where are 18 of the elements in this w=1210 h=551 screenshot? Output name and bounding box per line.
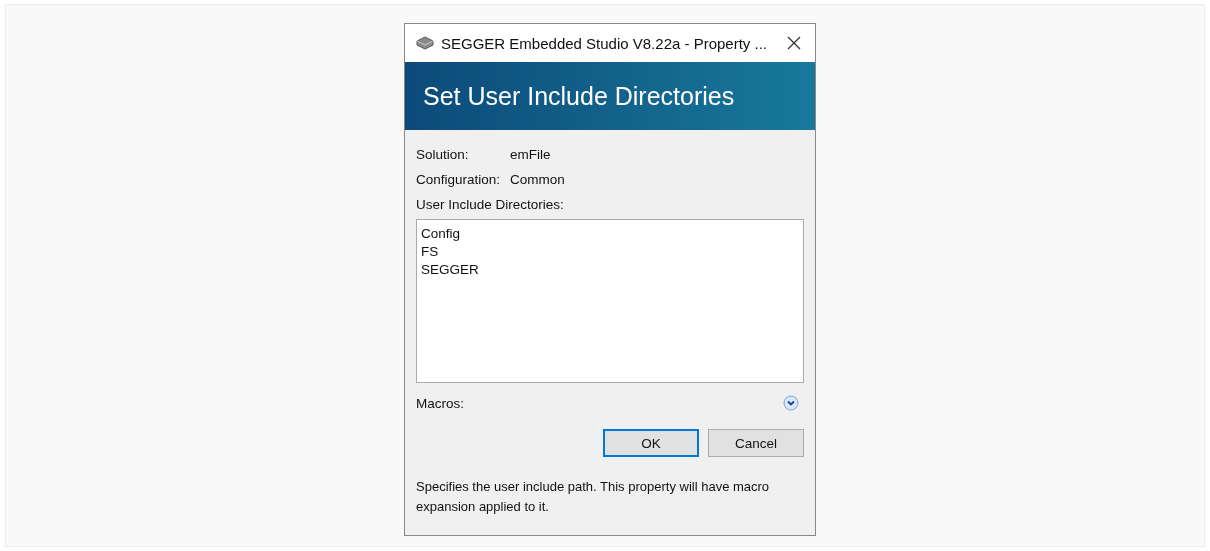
expand-icon[interactable] bbox=[783, 395, 799, 411]
text-line: SEGGER bbox=[421, 261, 480, 279]
window-title: SEGGER Embedded Studio V8.22a - Property ... bbox=[441, 34, 768, 52]
field-label: Configuration: bbox=[416, 172, 502, 187]
dialog-button[interactable]: OK bbox=[603, 429, 699, 457]
field-value: emFile bbox=[510, 147, 551, 162]
close-icon[interactable] bbox=[787, 36, 801, 50]
app-icon bbox=[415, 36, 435, 50]
field-label: User Include Directories: bbox=[416, 195, 565, 214]
text-line: FS bbox=[421, 243, 440, 261]
macros-label: Macros: bbox=[416, 395, 464, 411]
directories-field[interactable]: Config FS SEGGER bbox=[416, 219, 804, 383]
description-text: Specifies the user include path. This property will have macro expansion applied to it. bbox=[416, 478, 771, 516]
field-label: Solution: bbox=[416, 147, 470, 162]
dialog-button[interactable]: Cancel bbox=[708, 429, 804, 457]
text-line: Config bbox=[421, 225, 462, 243]
header-title: Set User Include Directories bbox=[423, 81, 735, 111]
field-value: Common bbox=[510, 172, 565, 187]
